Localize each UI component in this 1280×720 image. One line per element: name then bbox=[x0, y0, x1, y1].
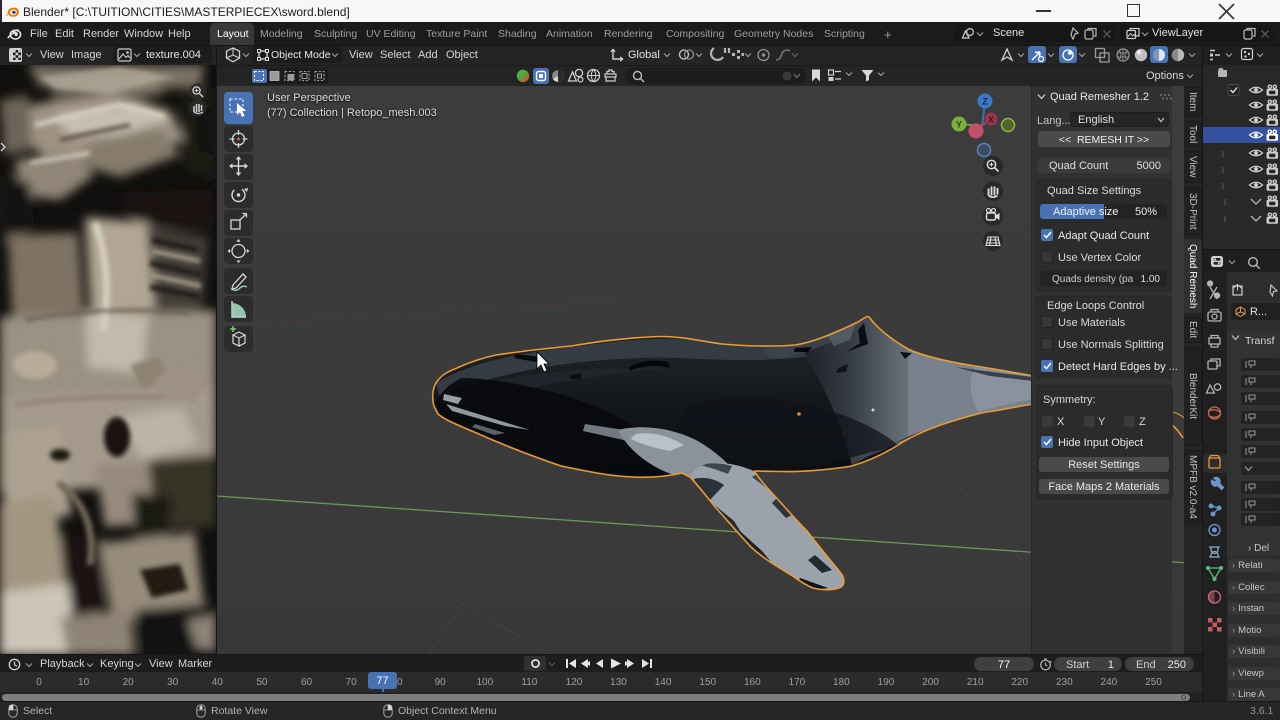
svg-text:Y: Y bbox=[956, 120, 962, 130]
svg-text:Z: Z bbox=[982, 97, 988, 107]
svg-text:X: X bbox=[988, 116, 994, 125]
